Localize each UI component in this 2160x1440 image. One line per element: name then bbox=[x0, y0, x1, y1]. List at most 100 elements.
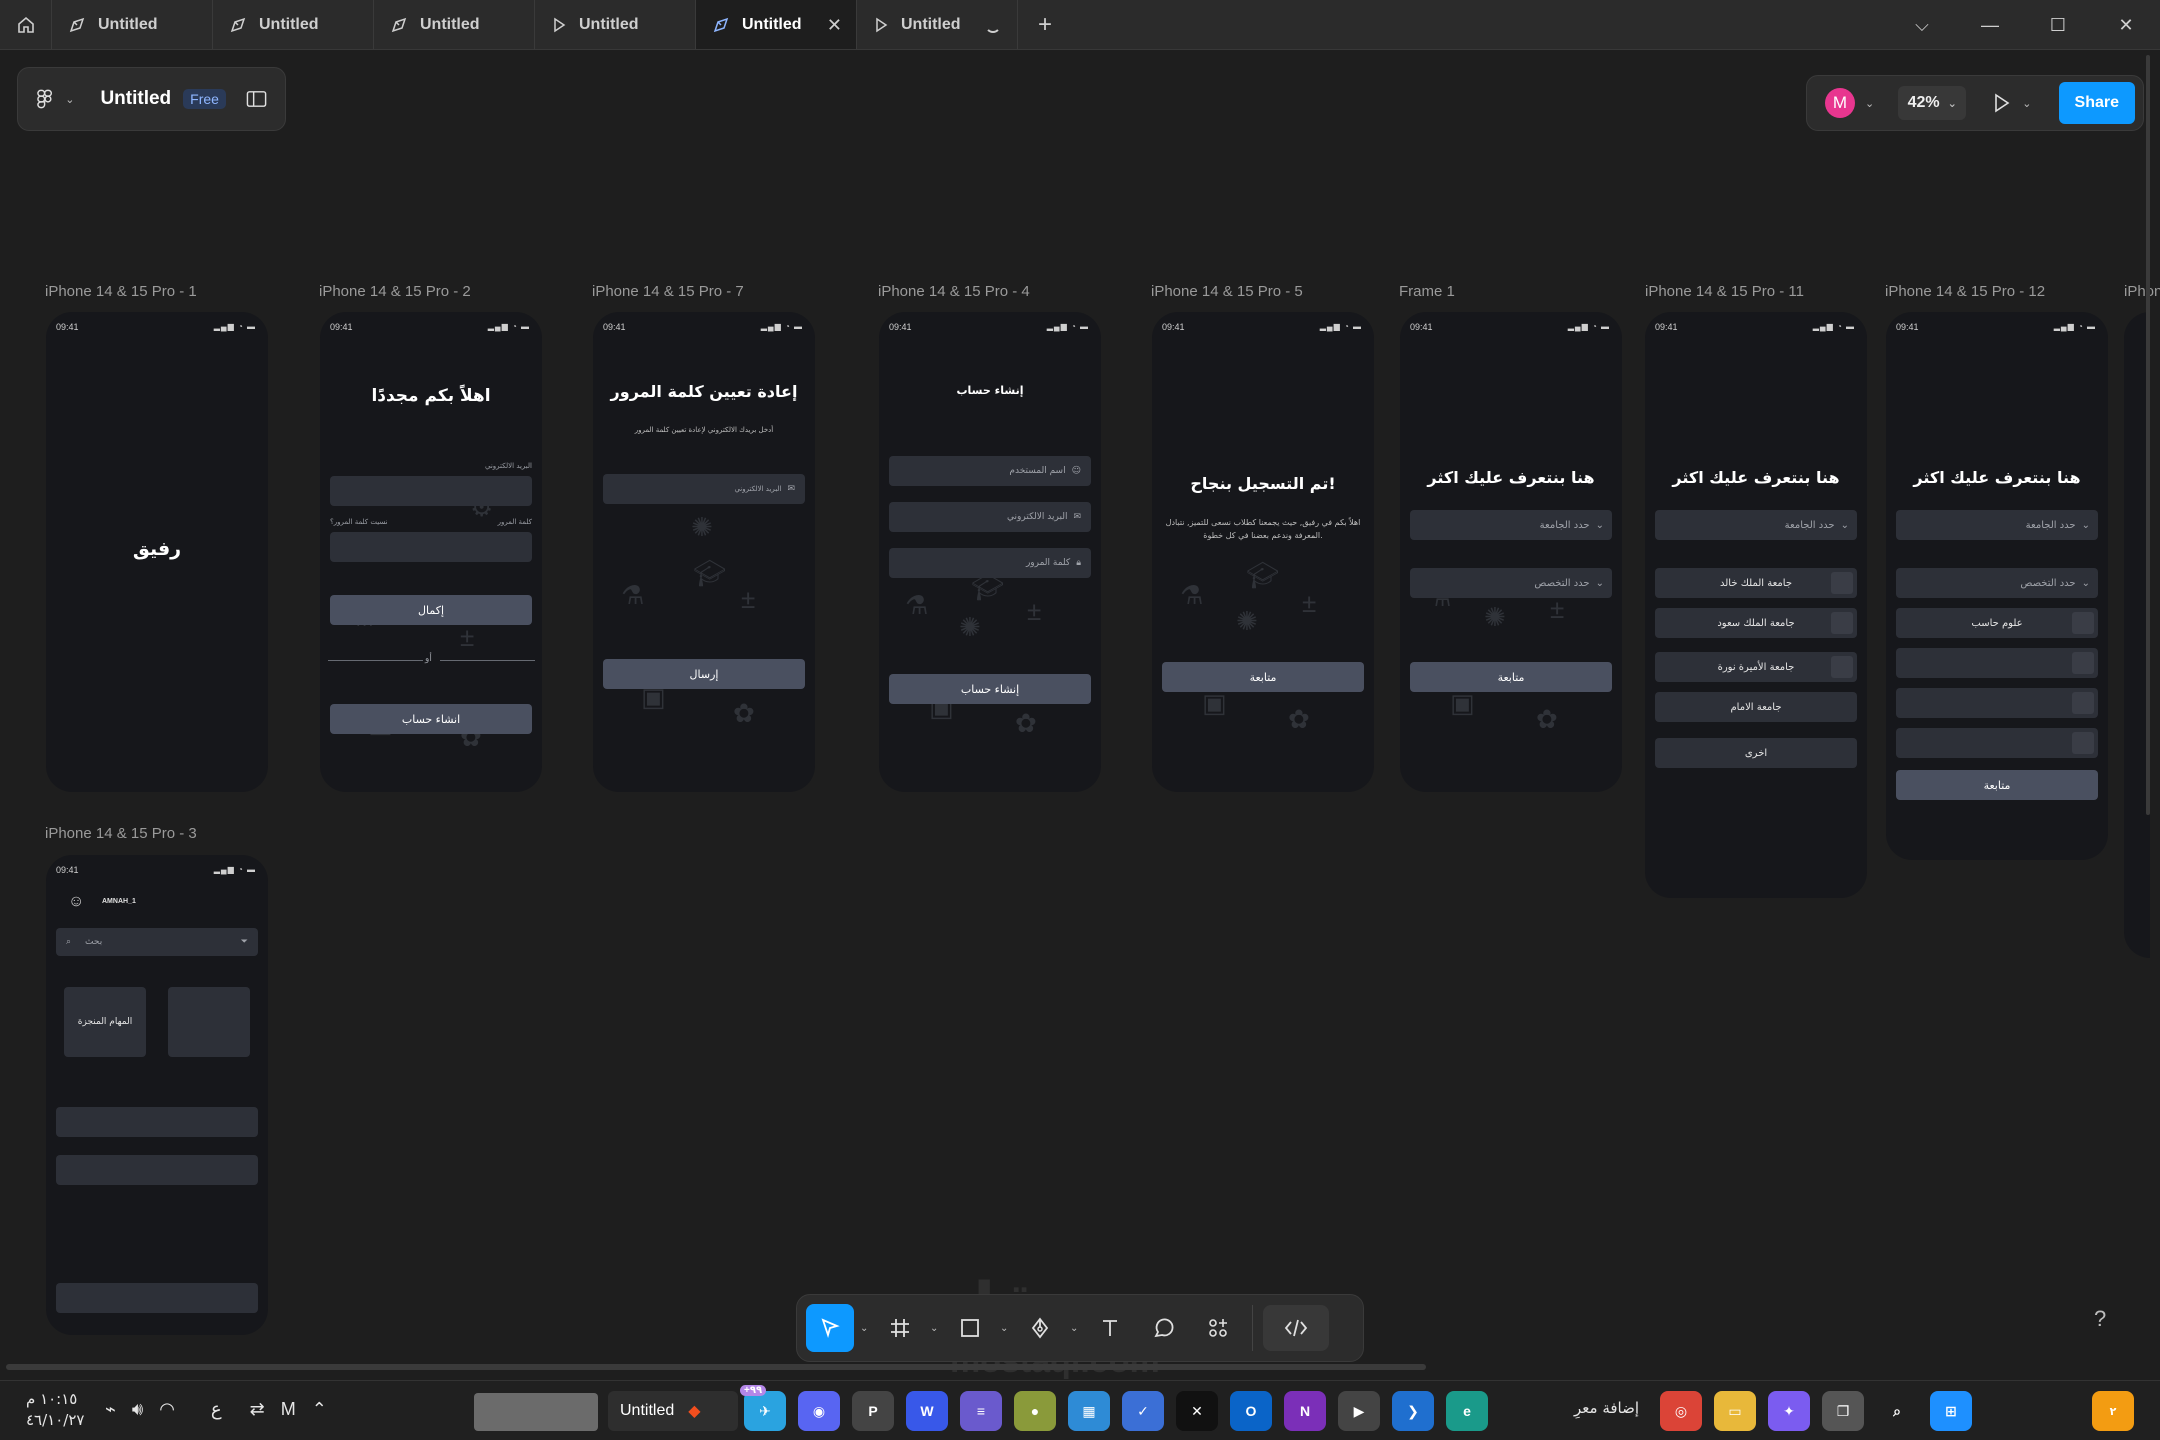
major-option[interactable] bbox=[1896, 688, 2098, 718]
task-view-icon[interactable]: ❐ bbox=[1822, 1391, 1864, 1431]
password-field[interactable]: كلمة المرور 🔒︎ bbox=[889, 548, 1091, 578]
app-p-icon[interactable]: P bbox=[852, 1391, 894, 1431]
forgot-password-link[interactable]: نسيت كلمة المرور؟ bbox=[330, 518, 388, 526]
help-button[interactable]: ? bbox=[2094, 1306, 2106, 1332]
username-field[interactable]: اسم المستخدم ☺ bbox=[889, 456, 1091, 486]
university-option[interactable]: جامعة الامام bbox=[1655, 692, 1857, 722]
continue-button[interactable]: متابعة bbox=[1162, 662, 1364, 692]
outlook-icon[interactable]: O bbox=[1230, 1391, 1272, 1431]
frame-label[interactable]: iPhon bbox=[2124, 283, 2160, 300]
search-input[interactable]: ⌕ بحث ⏷ bbox=[56, 928, 258, 956]
option-checkbox[interactable] bbox=[2072, 612, 2094, 634]
filter-icon[interactable]: ⏷ bbox=[241, 937, 248, 947]
taskbar-active-window[interactable]: Untitled ◆ bbox=[608, 1391, 738, 1431]
tab-6[interactable]: Untitled bbox=[857, 0, 1018, 49]
continue-button[interactable]: إكمال bbox=[330, 595, 532, 625]
frame-reset-password[interactable]: 09:41 ▂▄▆ ◔ ▬ ✺ 🎓︎ ⚗ ± ▣ ✿ إعادة تعيين ك… bbox=[593, 312, 815, 792]
major-dropdown[interactable]: حدد التخصص ⌄ bbox=[1410, 568, 1612, 598]
taskbar-clock[interactable]: ١٠:١٥ م ٤٦/١٠/٢٧ bbox=[26, 1389, 84, 1431]
todo-check-icon[interactable]: ✓ bbox=[1122, 1391, 1164, 1431]
calculator-icon[interactable]: ▦ bbox=[1068, 1391, 1110, 1431]
close-tab-icon[interactable]: ✕ bbox=[827, 15, 842, 36]
frame-label[interactable]: iPhone 14 & 15 Pro - 5 bbox=[1151, 283, 1303, 300]
frame-signup[interactable]: 09:41 ▂▄▆ ◔ ▬ ⚗ 🎓︎ ± ✺ ▣ ✿ إنشاء حساب اس… bbox=[879, 312, 1101, 792]
discord-icon[interactable]: ◉ bbox=[798, 1391, 840, 1431]
chevron-down-icon[interactable]: ⌄ bbox=[65, 93, 74, 106]
list-item[interactable] bbox=[56, 1155, 258, 1185]
major-option[interactable] bbox=[1896, 728, 2098, 758]
frame-tool[interactable] bbox=[876, 1304, 924, 1352]
university-option[interactable]: جامعة الملك سعود bbox=[1655, 608, 1857, 638]
tab-2[interactable]: Untitled bbox=[213, 0, 374, 49]
close-window-icon[interactable]: ✕ bbox=[2092, 0, 2160, 50]
major-option[interactable]: علوم حاسب bbox=[1896, 608, 2098, 638]
app-m-icon[interactable]: M bbox=[281, 1399, 296, 1420]
tab-5-active[interactable]: Untitled ✕ bbox=[696, 0, 857, 49]
frame-label[interactable]: iPhone 14 & 15 Pro - 12 bbox=[1885, 283, 2045, 300]
new-tab-button[interactable]: + bbox=[1018, 0, 1072, 49]
user-avatar[interactable]: M bbox=[1825, 88, 1855, 118]
horizontal-scrollbar[interactable] bbox=[6, 1364, 1426, 1370]
user-icon[interactable]: ☺ bbox=[68, 893, 84, 911]
present-play-icon[interactable] bbox=[1990, 92, 2012, 114]
create-account-button[interactable]: انشاء حساب bbox=[330, 704, 532, 734]
search-icon[interactable]: ⌕ bbox=[1876, 1391, 1918, 1431]
frame-label[interactable]: iPhone 14 & 15 Pro - 1 bbox=[45, 283, 197, 300]
frame-label[interactable]: iPhone 14 & 15 Pro - 3 bbox=[45, 825, 197, 842]
option-checkbox[interactable] bbox=[2072, 732, 2094, 754]
battery-icon[interactable]: ⌁ bbox=[105, 1399, 116, 1420]
frame-home[interactable]: 09:41 ▂▄▆ ◔ ▬ ☺ AMNAH_1 ⌕ بحث ⏷ المهام ا… bbox=[46, 855, 268, 1335]
file-explorer-icon[interactable]: ▭ bbox=[1714, 1391, 1756, 1431]
email-field[interactable] bbox=[330, 476, 532, 506]
figma-menu-icon[interactable] bbox=[36, 88, 53, 110]
chevron-up-icon[interactable]: ⌃ bbox=[312, 1399, 327, 1420]
bottom-nav-bar[interactable] bbox=[56, 1283, 258, 1313]
chevron-down-icon[interactable]: ⌄ bbox=[930, 1323, 940, 1334]
frame-profile-setup[interactable]: 09:41 ▂▄▆ ◔ ▬ ⚗ ✺ ± ▣ ✿ هنا بنتعرف عليك … bbox=[1400, 312, 1622, 792]
frame-success[interactable]: 09:41 ▂▄▆ ◔ ▬ ⚗ 🎓︎ ± ✺ ▣ ✿ تم التسجيل بن… bbox=[1152, 312, 1374, 792]
empty-card[interactable] bbox=[168, 987, 250, 1057]
copilot-icon[interactable]: ✦ bbox=[1768, 1391, 1810, 1431]
taskbar-text[interactable]: إضافة معرِ bbox=[1574, 1399, 1639, 1417]
maximize-icon[interactable]: ☐ bbox=[2024, 0, 2092, 50]
frame-label[interactable]: iPhone 14 & 15 Pro - 11 bbox=[1645, 283, 1804, 300]
chrome-icon[interactable]: ◎ bbox=[1660, 1391, 1702, 1431]
frame-splash[interactable]: 09:41 ▂▄▆ ◔ ▬ رفيق bbox=[46, 312, 268, 792]
frame-label[interactable]: iPhone 14 & 15 Pro - 4 bbox=[878, 283, 1030, 300]
dev-mode-toggle[interactable] bbox=[1263, 1305, 1329, 1351]
capcut-icon[interactable]: ✕ bbox=[1176, 1391, 1218, 1431]
university-option[interactable]: جامعة الأميرة نورة bbox=[1655, 652, 1857, 682]
minimize-icon[interactable]: — bbox=[1956, 0, 2024, 50]
email-field[interactable]: البريد الالكتروني ✉ bbox=[889, 502, 1091, 532]
continue-button[interactable]: متابعة bbox=[1896, 770, 2098, 800]
file-title[interactable]: Untitled bbox=[100, 88, 171, 110]
frame-label[interactable]: iPhone 14 & 15 Pro - 7 bbox=[592, 283, 744, 300]
chevron-down-icon[interactable]: ⌄ bbox=[1000, 1323, 1010, 1334]
frame-login[interactable]: 09:41 ▂▄▆ ◔ ▬ ⚙ ⚗ ± ▣ ✿ اهلاً بكم مجددًا… bbox=[320, 312, 542, 792]
app-stack-icon[interactable]: ≡ bbox=[960, 1391, 1002, 1431]
tab-3[interactable]: Untitled bbox=[374, 0, 535, 49]
tab-4[interactable]: Untitled bbox=[535, 0, 696, 49]
university-dropdown[interactable]: حدد الجامعة ⌄ bbox=[1896, 510, 2098, 540]
option-checkbox[interactable] bbox=[1831, 656, 1853, 678]
option-checkbox[interactable] bbox=[1831, 572, 1853, 594]
continue-button[interactable]: متابعة bbox=[1410, 662, 1612, 692]
tab-1[interactable]: Untitled bbox=[52, 0, 213, 49]
notification-icon[interactable]: ٢ bbox=[2092, 1391, 2134, 1431]
send-button[interactable]: إرسال bbox=[603, 659, 805, 689]
language-indicator[interactable]: ع bbox=[211, 1399, 222, 1420]
move-tool[interactable] bbox=[806, 1304, 854, 1352]
option-checkbox[interactable] bbox=[1831, 612, 1853, 634]
frame-major-select[interactable]: 09:41 ▂▄▆ ◔ ▬ هنا بنتعرف عليك اكثر حدد ا… bbox=[1886, 312, 2108, 860]
create-account-button[interactable]: إنشاء حساب bbox=[889, 674, 1091, 704]
text-tool[interactable] bbox=[1086, 1304, 1134, 1352]
university-option[interactable]: اخرى bbox=[1655, 738, 1857, 768]
share-button[interactable]: Share bbox=[2058, 82, 2135, 124]
zoom-dropdown[interactable]: 42% ⌄ bbox=[1898, 86, 1967, 120]
media-player-icon[interactable]: ▶ bbox=[1338, 1391, 1380, 1431]
completed-tasks-card[interactable]: المهام المنجزة bbox=[64, 987, 146, 1057]
onenote-icon[interactable]: N bbox=[1284, 1391, 1326, 1431]
wifi-icon[interactable]: ◠ bbox=[159, 1399, 175, 1420]
chevron-down-icon[interactable]: ⌄ bbox=[1865, 97, 1874, 110]
university-dropdown[interactable]: حدد الجامعة ⌄ bbox=[1410, 510, 1612, 540]
